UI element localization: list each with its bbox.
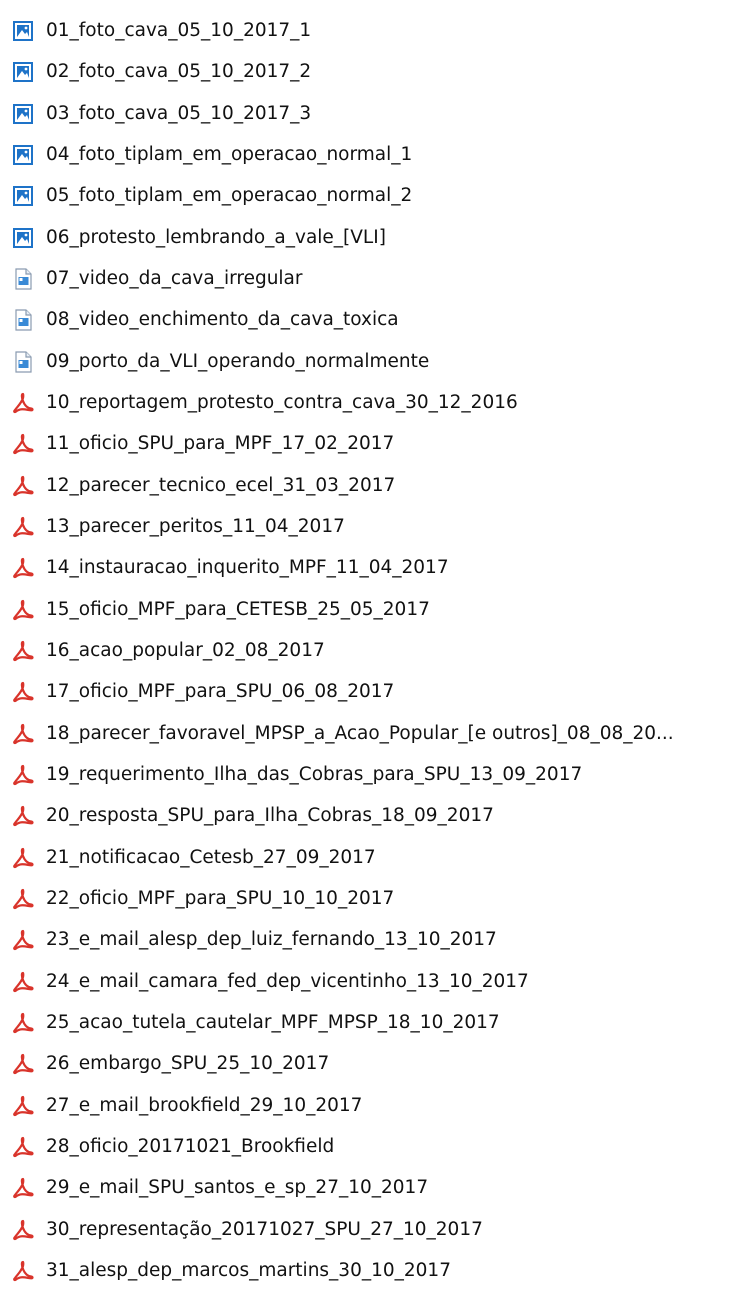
- file-list-item[interactable]: 29_e_mail_SPU_santos_e_sp_27_10_2017: [0, 1167, 751, 1209]
- pdf-file-icon: [12, 681, 34, 703]
- file-name: 15_oficio_MPF_para_CETESB_25_05_2017: [46, 598, 430, 620]
- pdf-file-icon: [12, 516, 34, 538]
- file-name: 12_parecer_tecnico_ecel_31_03_2017: [46, 474, 396, 496]
- file-name: 01_foto_cava_05_10_2017_1: [46, 20, 312, 41]
- image-file-icon: [12, 103, 34, 125]
- pdf-file-icon: [12, 557, 34, 579]
- file-list-item[interactable]: 03_foto_cava_05_10_2017_3: [0, 93, 751, 135]
- pdf-file-icon: [12, 723, 34, 745]
- pdf-file-icon: [12, 929, 34, 951]
- file-list-item[interactable]: 14_instauracao_inquerito_MPF_11_04_2017: [0, 547, 751, 589]
- file-list-item[interactable]: 25_acao_tutela_cautelar_MPF_MPSP_18_10_2…: [0, 1002, 751, 1044]
- pdf-file-icon: [12, 433, 34, 455]
- file-list-item[interactable]: 31_alesp_dep_marcos_martins_30_10_2017: [0, 1250, 751, 1292]
- file-list-item[interactable]: 01_foto_cava_05_10_2017_1: [0, 10, 751, 52]
- file-name: 03_foto_cava_05_10_2017_3: [46, 102, 312, 124]
- file-name: 16_acao_popular_02_08_2017: [46, 639, 325, 661]
- pdf-file-icon: [12, 1136, 34, 1158]
- file-list-item[interactable]: 06_protesto_lembrando_a_vale_[VLI]: [0, 217, 751, 259]
- image-file-icon: [12, 20, 34, 42]
- file-name: 07_video_da_cava_irregular: [46, 267, 303, 289]
- file-name: 27_e_mail_brookfield_29_10_2017: [46, 1094, 363, 1116]
- file-name: 08_video_enchimento_da_cava_toxica: [46, 309, 399, 331]
- video-file-icon: [12, 351, 34, 373]
- file-name: 20_resposta_SPU_para_Ilha_Cobras_18_09_2…: [46, 805, 494, 827]
- file-name: 23_e_mail_alesp_dep_luiz_fernando_13_10_…: [46, 929, 497, 951]
- file-list-item[interactable]: 23_e_mail_alesp_dep_luiz_fernando_13_10_…: [0, 919, 751, 961]
- file-name: 26_embargo_SPU_25_10_2017: [46, 1053, 330, 1075]
- pdf-file-icon: [12, 1053, 34, 1075]
- file-list-item[interactable]: 17_oficio_MPF_para_SPU_06_08_2017: [0, 671, 751, 713]
- file-name: 05_foto_tiplam_em_operacao_normal_2: [46, 185, 413, 207]
- file-list-item[interactable]: 18_parecer_favoravel_MPSP_a_Acao_Popular…: [0, 713, 751, 755]
- file-list-item[interactable]: 07_video_da_cava_irregular: [0, 258, 751, 300]
- image-file-icon: [12, 144, 34, 166]
- file-list-item[interactable]: 13_parecer_peritos_11_04_2017: [0, 506, 751, 548]
- file-list-item[interactable]: 22_oficio_MPF_para_SPU_10_10_2017: [0, 878, 751, 920]
- file-list-item[interactable]: 05_foto_tiplam_em_operacao_normal_2: [0, 175, 751, 217]
- file-list: 01_foto_cava_05_10_2017_1 02_foto_cava_05…: [0, 0, 751, 1301]
- pdf-file-icon: [12, 392, 34, 414]
- pdf-file-icon: [12, 1260, 34, 1282]
- file-list-item[interactable]: 12_parecer_tecnico_ecel_31_03_2017: [0, 465, 751, 507]
- pdf-file-icon: [12, 1095, 34, 1117]
- image-file-icon: [12, 185, 34, 207]
- file-name: 11_oficio_SPU_para_MPF_17_02_2017: [46, 433, 395, 455]
- file-name: 31_alesp_dep_marcos_martins_30_10_2017: [46, 1259, 451, 1281]
- file-list-item[interactable]: 27_e_mail_brookfield_29_10_2017: [0, 1085, 751, 1127]
- pdf-file-icon: [12, 971, 34, 993]
- pdf-file-icon: [12, 1012, 34, 1034]
- file-name: 21_notificacao_Cetesb_27_09_2017: [46, 846, 376, 868]
- video-file-icon: [12, 309, 34, 331]
- file-name: 28_oficio_20171021_Brookfield: [46, 1135, 335, 1157]
- file-name: 09_porto_da_VLI_operando_normalmente: [46, 350, 430, 372]
- file-list-item[interactable]: 09_porto_da_VLI_operando_normalmente: [0, 341, 751, 383]
- file-list-item[interactable]: 28_oficio_20171021_Brookfield: [0, 1126, 751, 1168]
- file-list-item[interactable]: 19_requerimento_Ilha_das_Cobras_para_SPU…: [0, 754, 751, 796]
- file-name: 25_acao_tutela_cautelar_MPF_MPSP_18_10_2…: [46, 1011, 500, 1033]
- file-name: 02_foto_cava_05_10_2017_2: [46, 61, 312, 83]
- file-name: 19_requerimento_Ilha_das_Cobras_para_SPU…: [46, 763, 583, 785]
- pdf-file-icon: [12, 888, 34, 910]
- file-list-item[interactable]: 30_representação_20171027_SPU_27_10_2017: [0, 1209, 751, 1251]
- file-list-item[interactable]: 04_foto_tiplam_em_operacao_normal_1: [0, 134, 751, 176]
- pdf-file-icon: [12, 640, 34, 662]
- file-list-item[interactable]: 26_embargo_SPU_25_10_2017: [0, 1043, 751, 1085]
- file-list-item[interactable]: 08_video_enchimento_da_cava_toxica: [0, 299, 751, 341]
- file-name: 14_instauracao_inquerito_MPF_11_04_2017: [46, 557, 449, 579]
- pdf-file-icon: [12, 764, 34, 786]
- image-file-icon: [12, 61, 34, 83]
- file-list-item[interactable]: 16_acao_popular_02_08_2017: [0, 630, 751, 672]
- image-file-icon: [12, 227, 34, 249]
- file-name: 04_foto_tiplam_em_operacao_normal_1: [46, 143, 413, 165]
- file-name: 10_reportagem_protesto_contra_cava_30_12…: [46, 391, 518, 413]
- file-list-item[interactable]: 11_oficio_SPU_para_MPF_17_02_2017: [0, 423, 751, 465]
- file-list-item[interactable]: 20_resposta_SPU_para_Ilha_Cobras_18_09_2…: [0, 795, 751, 837]
- file-name: 30_representação_20171027_SPU_27_10_2017: [46, 1218, 483, 1240]
- pdf-file-icon: [12, 599, 34, 621]
- pdf-file-icon: [12, 1177, 34, 1199]
- file-list-item[interactable]: 10_reportagem_protesto_contra_cava_30_12…: [0, 382, 751, 424]
- video-file-icon: [12, 268, 34, 290]
- file-list-item[interactable]: 21_notificacao_Cetesb_27_09_2017: [0, 837, 751, 879]
- pdf-file-icon: [12, 475, 34, 497]
- file-list-item[interactable]: 24_e_mail_camara_fed_dep_vicentinho_13_1…: [0, 961, 751, 1003]
- file-list-item[interactable]: 02_foto_cava_05_10_2017_2: [0, 51, 751, 93]
- pdf-file-icon: [12, 847, 34, 869]
- pdf-file-icon: [12, 805, 34, 827]
- file-name: 17_oficio_MPF_para_SPU_06_08_2017: [46, 681, 395, 703]
- file-list-item[interactable]: 15_oficio_MPF_para_CETESB_25_05_2017: [0, 589, 751, 631]
- file-name: 18_parecer_favoravel_MPSP_a_Acao_Popular…: [46, 722, 674, 744]
- file-name: 13_parecer_peritos_11_04_2017: [46, 515, 345, 537]
- file-name: 22_oficio_MPF_para_SPU_10_10_2017: [46, 887, 395, 909]
- file-name: 29_e_mail_SPU_santos_e_sp_27_10_2017: [46, 1177, 429, 1199]
- file-name: 06_protesto_lembrando_a_vale_[VLI]: [46, 226, 386, 248]
- pdf-file-icon: [12, 1219, 34, 1241]
- file-name: 24_e_mail_camara_fed_dep_vicentinho_13_1…: [46, 970, 529, 992]
